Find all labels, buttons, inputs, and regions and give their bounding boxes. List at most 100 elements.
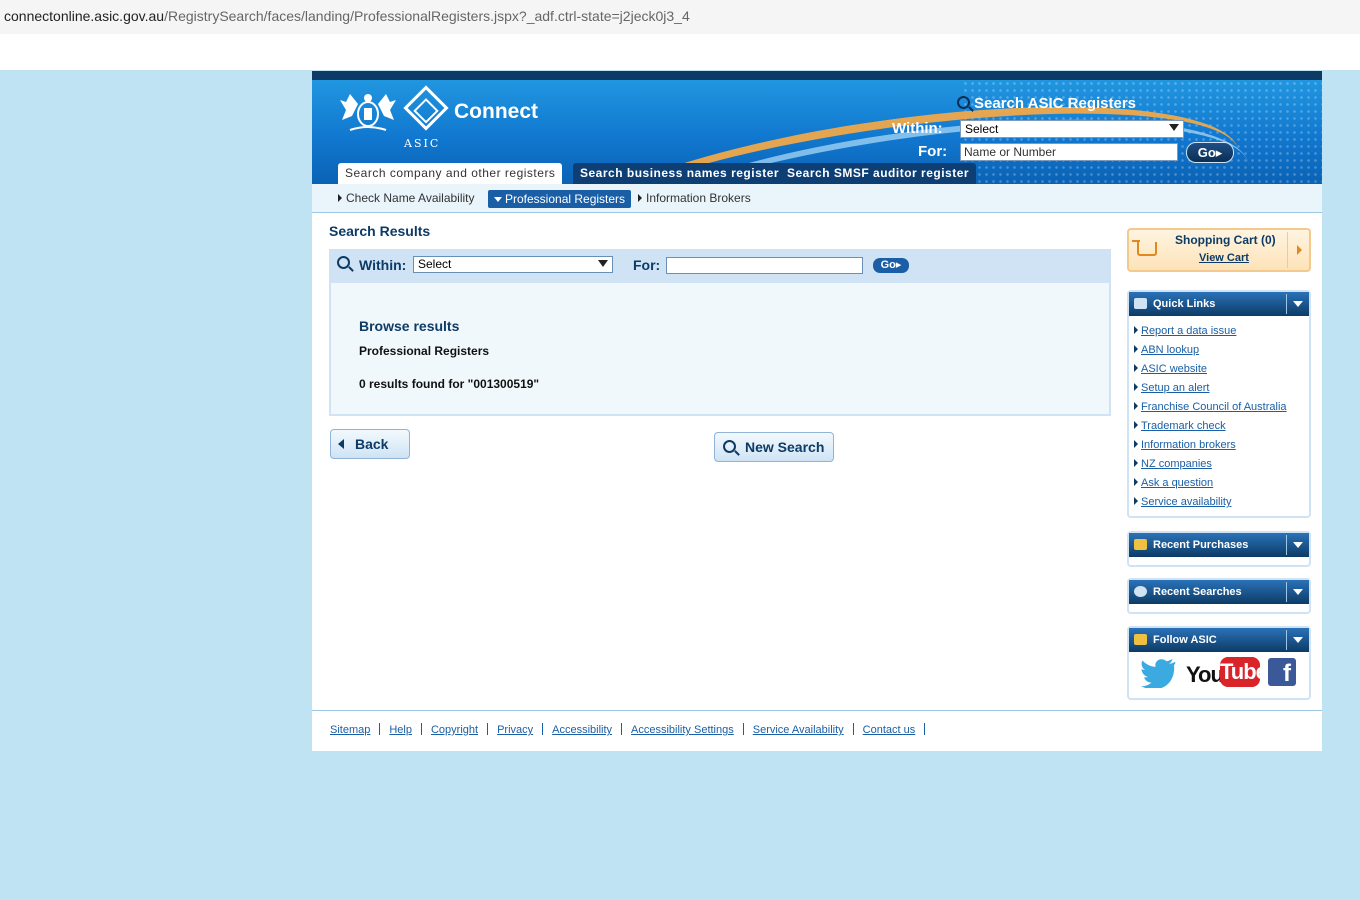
quick-link-information-brokers[interactable]: Information brokers <box>1141 439 1236 451</box>
back-label: Back <box>355 436 389 452</box>
asic-logo-text: ASIC <box>404 137 441 150</box>
triangle-right-icon <box>1134 440 1138 448</box>
footer-separator <box>420 723 422 735</box>
new-search-button[interactable]: New Search <box>714 432 834 462</box>
new-search-label: New Search <box>745 439 825 455</box>
quick-link-setup-alert[interactable]: Setup an alert <box>1141 382 1210 394</box>
search-icon <box>723 440 736 453</box>
footer-link-copyright[interactable]: Copyright <box>431 724 478 736</box>
triangle-left-icon <box>338 439 344 449</box>
list-item: Information brokers <box>1134 436 1309 455</box>
footer-separator <box>621 723 623 735</box>
coins-icon <box>1134 539 1147 550</box>
facebook-icon[interactable]: f <box>1268 658 1296 687</box>
triangle-right-icon <box>1134 364 1138 372</box>
quick-link-asic-website[interactable]: ASIC website <box>1141 363 1207 375</box>
cart-divider <box>1287 232 1288 268</box>
quick-link-report-data-issue[interactable]: Report a data issue <box>1141 325 1236 337</box>
header-search-title: Search ASIC Registers <box>957 95 1136 112</box>
links-icon <box>1134 298 1147 309</box>
youtube-icon[interactable]: Tube <box>1220 657 1268 687</box>
browser-url-bar[interactable]: connectonline.asic.gov.au/RegistrySearch… <box>0 0 1360 34</box>
header-within-value: Select <box>965 122 999 136</box>
go-button[interactable]: Go▸ <box>873 258 909 273</box>
recent-purchases-header[interactable]: Recent Purchases <box>1129 533 1309 557</box>
follow-asic-header[interactable]: Follow ASIC <box>1129 628 1309 652</box>
list-item: ASIC website <box>1134 360 1309 379</box>
quick-link-abn-lookup[interactable]: ABN lookup <box>1141 344 1199 356</box>
people-icon <box>1134 634 1147 645</box>
arrow-right-icon: ▸ <box>1215 145 1223 160</box>
back-button[interactable]: Back <box>330 429 410 459</box>
quick-link-trademark-check[interactable]: Trademark check <box>1141 420 1226 432</box>
quick-links-title: Quick Links <box>1153 298 1216 310</box>
footer-link-sitemap[interactable]: Sitemap <box>330 724 370 736</box>
follow-asic-box: Follow ASIC You Tube f <box>1127 626 1311 700</box>
subnav-check-name-availability[interactable]: Check Name Availability <box>338 191 475 205</box>
coat-of-arms-icon[interactable] <box>336 90 400 136</box>
connect-logo-icon[interactable] <box>403 85 449 131</box>
triangle-right-icon <box>1134 459 1138 467</box>
triangle-down-icon <box>494 197 502 202</box>
triangle-right-icon <box>1134 326 1138 334</box>
social-links: You Tube f <box>1129 652 1309 698</box>
triangle-right-icon <box>1134 421 1138 429</box>
page-title: Search Results <box>329 223 431 239</box>
header-divider <box>1286 294 1287 314</box>
for-input[interactable] <box>666 257 863 274</box>
header-within-select[interactable]: Select <box>960 120 1184 138</box>
search-icon <box>957 96 970 109</box>
search-icon <box>337 256 350 269</box>
twitter-icon[interactable] <box>1141 658 1177 688</box>
tab-search-company[interactable]: Search company and other registers <box>338 163 563 184</box>
header-divider <box>1286 535 1287 555</box>
tab-search-smsf-auditor[interactable]: Search SMSF auditor register <box>780 163 977 184</box>
subnav-professional-registers[interactable]: Professional Registers <box>488 190 632 208</box>
quick-link-service-availability[interactable]: Service availability <box>1141 496 1231 508</box>
list-item: Ask a question <box>1134 474 1309 493</box>
results-search-bar: Within: Select For: Go▸ <box>329 249 1111 283</box>
triangle-right-icon <box>1134 383 1138 391</box>
url-text[interactable]: connectonline.asic.gov.au/RegistrySearch… <box>4 8 690 24</box>
sub-navigation: Check Name Availability Professional Reg… <box>312 184 1322 213</box>
header-for-input[interactable]: Name or Number <box>960 143 1178 161</box>
quick-link-franchise-council[interactable]: Franchise Council of Australia <box>1141 401 1287 413</box>
chevron-down-icon <box>1169 124 1179 131</box>
chevron-down-icon[interactable] <box>1293 637 1303 643</box>
youtube-you-text[interactable]: You <box>1186 662 1224 688</box>
shopping-cart[interactable]: Shopping Cart (0) View Cart <box>1127 228 1311 272</box>
quick-links-header[interactable]: Quick Links <box>1129 292 1309 316</box>
arrow-right-icon: ▸ <box>895 259 902 271</box>
chevron-down-icon[interactable] <box>1293 542 1303 548</box>
chevron-down-icon <box>598 260 608 267</box>
footer-link-contact-us[interactable]: Contact us <box>863 724 916 736</box>
view-cart-link[interactable]: View Cart <box>1199 252 1249 264</box>
triangle-right-icon <box>638 194 642 202</box>
triangle-right-icon[interactable] <box>1297 245 1302 255</box>
header-go-button[interactable]: Go▸ <box>1186 142 1234 163</box>
footer-link-accessibility-settings[interactable]: Accessibility Settings <box>631 724 734 736</box>
footer-link-service-availability[interactable]: Service Availability <box>753 724 844 736</box>
subnav-label: Check Name Availability <box>346 191 475 205</box>
within-value: Select <box>418 257 452 271</box>
within-select[interactable]: Select <box>413 256 613 273</box>
go-label: Go <box>880 259 896 271</box>
tab-search-business-names[interactable]: Search business names register <box>573 163 787 184</box>
chevron-down-icon[interactable] <box>1293 301 1303 307</box>
quick-link-nz-companies[interactable]: NZ companies <box>1141 458 1212 470</box>
subnav-information-brokers[interactable]: Information Brokers <box>638 191 751 205</box>
recent-purchases-box: Recent Purchases <box>1127 531 1311 567</box>
footer-link-help[interactable]: Help <box>389 724 412 736</box>
footer-separator <box>742 723 744 735</box>
chevron-down-icon[interactable] <box>1293 589 1303 595</box>
quick-link-ask-question[interactable]: Ask a question <box>1141 477 1213 489</box>
quick-links-list: Report a data issue ABN lookup ASIC webs… <box>1129 316 1309 512</box>
header-go-label: Go <box>1197 145 1216 160</box>
connect-brand[interactable]: Connect <box>454 100 538 124</box>
results-panel: Browse results Professional Registers 0 … <box>329 283 1111 416</box>
footer-link-privacy[interactable]: Privacy <box>497 724 533 736</box>
triangle-right-icon <box>1134 345 1138 353</box>
footer-link-accessibility[interactable]: Accessibility <box>552 724 612 736</box>
recent-searches-header[interactable]: Recent Searches <box>1129 580 1309 604</box>
footer-separator <box>924 723 926 735</box>
